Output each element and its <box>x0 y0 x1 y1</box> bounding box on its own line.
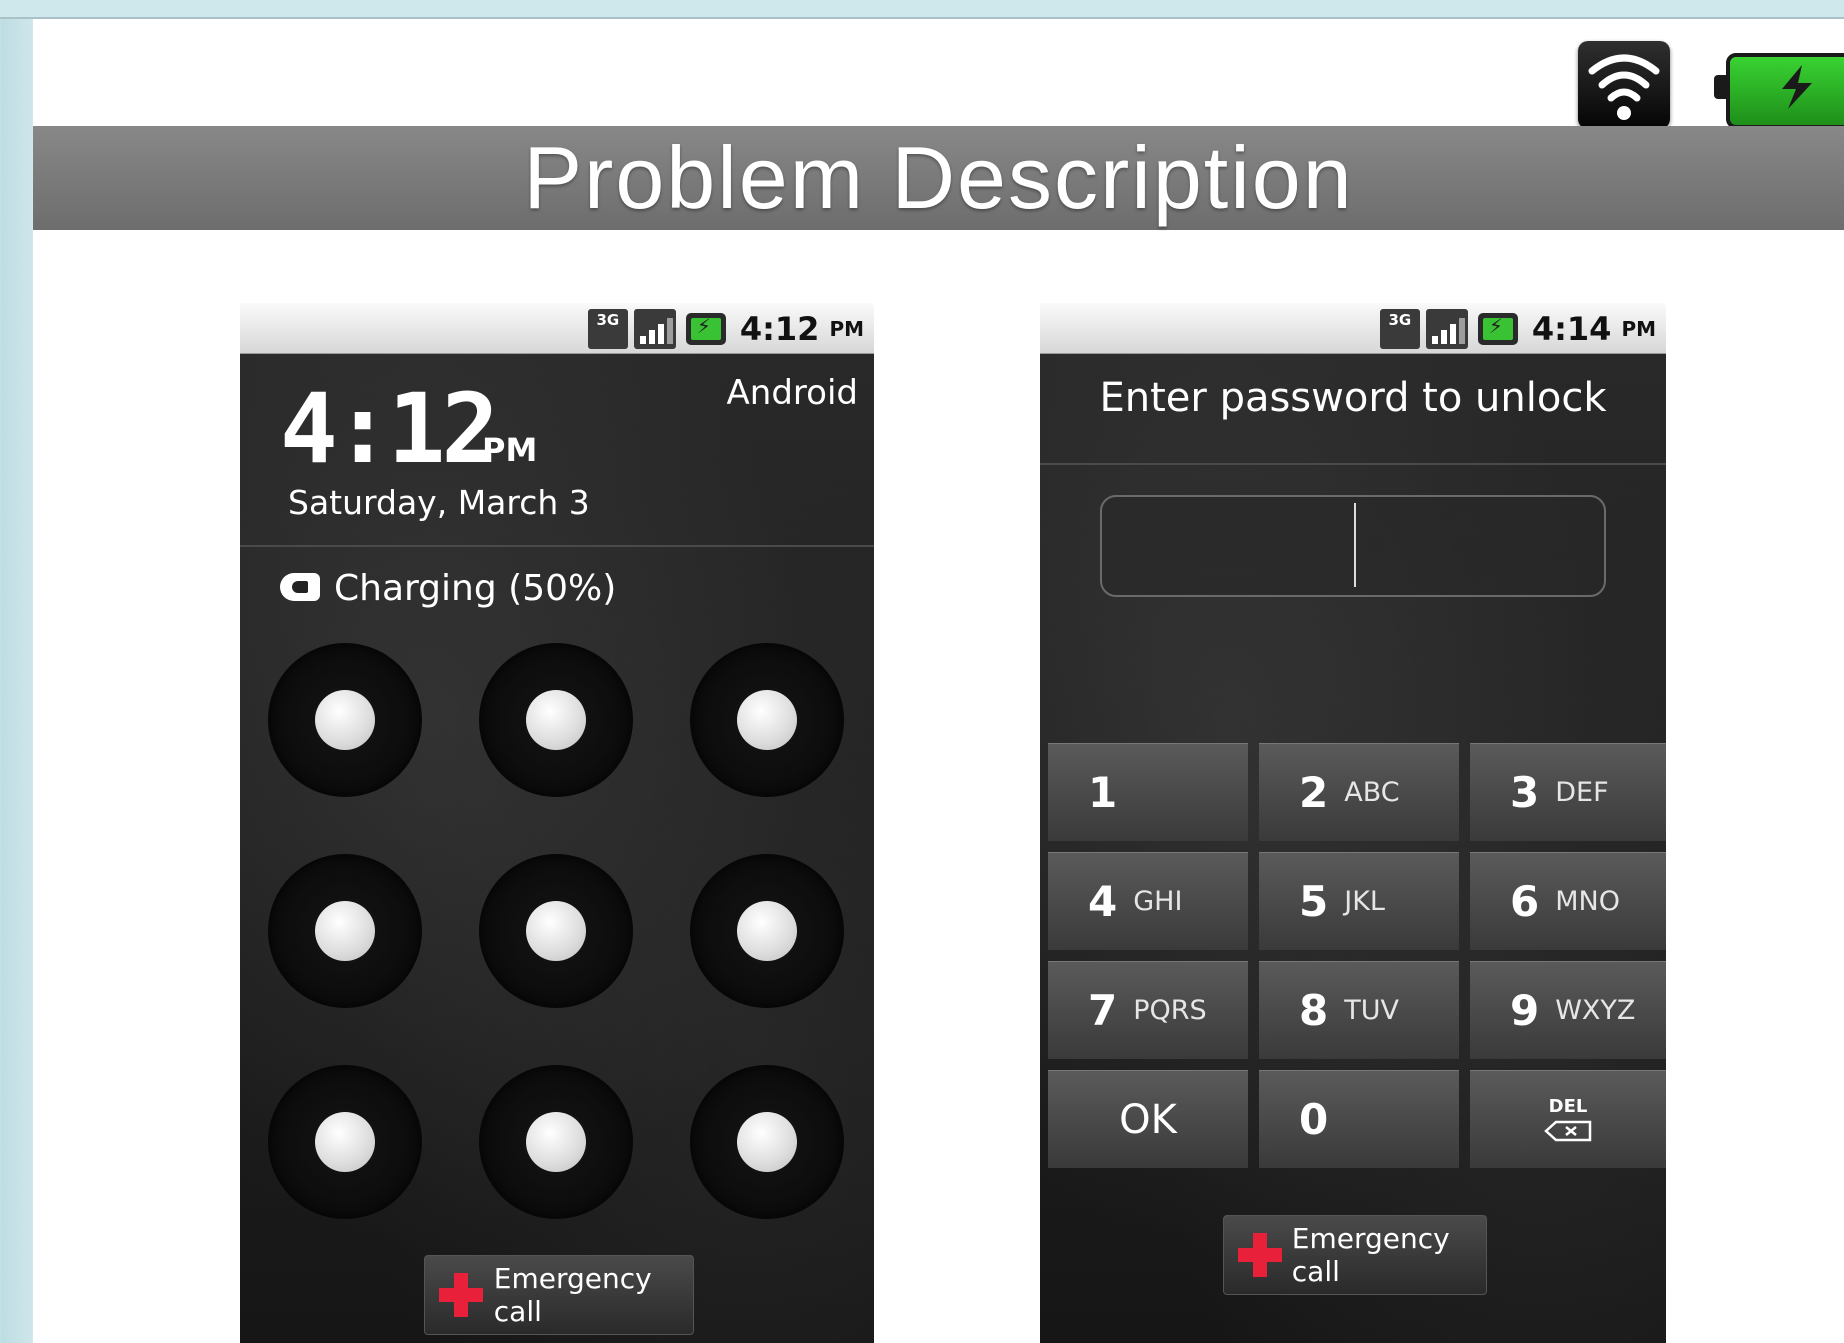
unlock-prompt: Enter password to unlock <box>1099 375 1607 421</box>
pattern-node[interactable] <box>268 1065 422 1219</box>
emergency-call-label: Emergency call <box>493 1262 652 1328</box>
pattern-node[interactable] <box>479 643 633 797</box>
status-bar: 3G 4:14 PM <box>1040 303 1666 354</box>
top-strip <box>0 0 1844 19</box>
battery-icon <box>1477 313 1518 345</box>
pattern-dot <box>526 690 586 750</box>
emergency-call-button[interactable]: Emergency call <box>424 1255 694 1335</box>
pattern-dot <box>526 1112 586 1172</box>
divider <box>1040 463 1666 465</box>
date-label: Saturday, March 3 <box>288 483 590 522</box>
status-ampm: PM <box>829 317 864 341</box>
key-9[interactable]: 9 WXYZ <box>1470 961 1666 1059</box>
pattern-dot <box>315 690 375 750</box>
pattern-dot <box>526 901 586 961</box>
divider <box>240 545 874 547</box>
title-bar: Problem Description <box>33 126 1844 230</box>
carrier-label: Android <box>726 373 858 413</box>
signal-icon <box>1425 309 1468 349</box>
key-ok[interactable]: OK <box>1048 1070 1248 1168</box>
charging-status: Charging (50%) <box>334 568 617 609</box>
key-ok-label: OK <box>1119 1096 1177 1143</box>
key-delete[interactable]: DEL <box>1470 1070 1666 1168</box>
3g-icon: 3G <box>1379 309 1420 349</box>
key-5[interactable]: 5 JKL <box>1259 852 1459 950</box>
signal-icon <box>633 309 676 349</box>
key-3[interactable]: 3 DEF <box>1470 743 1666 841</box>
password-unlock-screen: 3G 4:14 PM Enter password to unlock 1 2 … <box>1040 303 1666 1343</box>
status-time: 4:14 <box>1531 310 1612 348</box>
pattern-node[interactable] <box>479 854 633 1008</box>
pattern-node[interactable] <box>690 854 844 1008</box>
key-8[interactable]: 8 TUV <box>1259 961 1459 1059</box>
pattern-node[interactable] <box>690 1065 844 1219</box>
battery-charging-icon <box>1714 53 1844 129</box>
emergency-cross-icon <box>1238 1233 1282 1277</box>
clock-ampm: PM <box>482 431 538 469</box>
key-6[interactable]: 6 MNO <box>1470 852 1666 950</box>
charging-plug-icon <box>280 573 320 601</box>
pattern-dot <box>737 901 797 961</box>
emergency-call-label: Emergency call <box>1291 1222 1450 1288</box>
key-0[interactable]: 0 <box>1259 1070 1459 1168</box>
key-4[interactable]: 4 GHI <box>1048 852 1248 950</box>
pattern-dot <box>737 690 797 750</box>
pattern-node[interactable] <box>268 854 422 1008</box>
3g-icon: 3G <box>587 309 628 349</box>
status-ampm: PM <box>1621 317 1656 341</box>
pattern-dot <box>737 1112 797 1172</box>
emergency-cross-icon <box>439 1273 483 1317</box>
slide-title: Problem Description <box>523 128 1354 227</box>
pattern-grid[interactable] <box>268 643 844 1219</box>
backspace-icon <box>1544 1120 1592 1142</box>
status-time: 4:12 <box>739 310 820 348</box>
pattern-node[interactable] <box>690 643 844 797</box>
text-cursor <box>1354 503 1356 587</box>
clock-time: 4:12 <box>280 373 499 485</box>
battery-icon <box>685 313 726 345</box>
pattern-node[interactable] <box>479 1065 633 1219</box>
pattern-lock-screen: 3G 4:12 PM 4:12 PM Android Saturday, Mar… <box>240 303 874 1343</box>
emergency-call-button[interactable]: Emergency call <box>1223 1215 1487 1295</box>
key-del-label: DEL <box>1548 1096 1588 1117</box>
wifi-icon <box>1578 41 1670 129</box>
key-1[interactable]: 1 <box>1048 743 1248 841</box>
key-7[interactable]: 7 PQRS <box>1048 961 1248 1059</box>
pattern-node[interactable] <box>268 643 422 797</box>
password-input[interactable] <box>1100 495 1606 597</box>
status-bar: 3G 4:12 PM <box>240 303 874 354</box>
key-2[interactable]: 2 ABC <box>1259 743 1459 841</box>
pattern-dot <box>315 1112 375 1172</box>
pattern-dot <box>315 901 375 961</box>
